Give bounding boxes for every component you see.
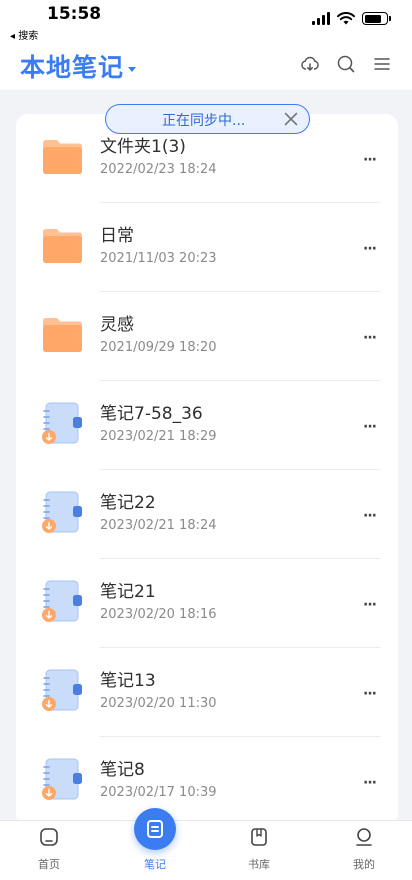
list-item[interactable]: 日常 2021/11/03 20:23 ···	[16, 203, 398, 292]
cellular-signal-icon	[312, 12, 330, 25]
more-icon[interactable]: ···	[363, 597, 377, 613]
close-icon[interactable]	[283, 111, 299, 127]
item-name: 笔记13	[100, 671, 156, 691]
tab-label: 首页	[38, 858, 60, 871]
title-dropdown[interactable]: 本地笔记	[20, 48, 137, 84]
item-name: 笔记8	[100, 760, 145, 780]
more-icon[interactable]: ···	[363, 330, 377, 346]
bottom-tab-bar: 首页 笔记 书库 我的	[0, 820, 412, 880]
sync-status-text: 正在同步中...	[162, 113, 246, 129]
tab-label: 书库	[248, 858, 270, 871]
more-icon[interactable]: ···	[363, 152, 377, 168]
item-name: 笔记21	[100, 582, 156, 602]
item-date: 2023/02/21 18:24	[100, 518, 217, 533]
list-item[interactable]: 笔记13 2023/02/20 11:30 ···	[16, 648, 398, 737]
search-icon[interactable]	[336, 54, 356, 74]
note-tab-button[interactable]	[134, 808, 176, 850]
item-name: 文件夹1(3)	[100, 137, 186, 157]
more-icon[interactable]: ···	[363, 241, 377, 257]
item-date: 2023/02/21 18:29	[100, 429, 217, 444]
home-icon	[39, 827, 59, 847]
status-bar: 15:58 ◂ 搜索	[0, 0, 412, 44]
notebook-icon	[40, 757, 86, 801]
folder-icon	[40, 223, 86, 267]
profile-icon	[354, 827, 374, 847]
list-item[interactable]: 笔记7-58_36 2023/02/21 18:29 ···	[16, 381, 398, 470]
notebook-icon	[40, 668, 86, 712]
wifi-icon	[337, 12, 355, 25]
tab-label: 我的	[353, 858, 375, 871]
back-to-app-link[interactable]: ◂ 搜索	[10, 27, 38, 42]
menu-icon[interactable]	[372, 54, 392, 74]
more-icon[interactable]: ···	[363, 775, 377, 791]
more-icon[interactable]: ···	[363, 686, 377, 702]
item-name: 日常	[100, 226, 134, 246]
notebook-icon	[40, 401, 86, 445]
system-icons	[312, 12, 391, 25]
item-date: 2021/09/29 18:20	[100, 340, 217, 355]
cloud-sync-icon[interactable]	[300, 54, 320, 74]
more-icon[interactable]: ···	[363, 419, 377, 435]
status-time: 15:58	[47, 4, 102, 24]
tab-profile[interactable]: 我的	[334, 821, 394, 880]
page-title: 本地笔记	[20, 53, 125, 82]
list-item[interactable]: 笔记21 2023/02/20 18:16 ···	[16, 559, 398, 648]
tab-label: 笔记	[144, 858, 166, 871]
tab-home[interactable]: 首页	[19, 821, 79, 880]
item-date: 2021/11/03 20:23	[100, 251, 217, 266]
list-item[interactable]: 灵感 2021/09/29 18:20 ···	[16, 292, 398, 381]
item-name: 笔记22	[100, 493, 156, 513]
app-header: 本地笔记	[0, 44, 412, 90]
list-item[interactable]: 笔记22 2023/02/21 18:24 ···	[16, 470, 398, 559]
folder-icon	[40, 134, 86, 178]
more-icon[interactable]: ···	[363, 508, 377, 524]
item-name: 笔记7-58_36	[100, 404, 203, 424]
item-date: 2023/02/17 10:39	[100, 785, 217, 800]
item-date: 2022/02/23 18:24	[100, 162, 217, 177]
chevron-down-icon	[128, 66, 137, 72]
bookshelf-icon	[249, 827, 269, 847]
tab-library[interactable]: 书库	[229, 821, 289, 880]
notebook-icon	[40, 490, 86, 534]
item-name: 灵感	[100, 315, 134, 335]
battery-icon	[362, 12, 391, 25]
folder-icon	[40, 312, 86, 356]
sync-status-banner: 正在同步中...	[105, 104, 310, 134]
item-date: 2023/02/20 11:30	[100, 696, 217, 711]
list-item[interactable]: 笔记8 2023/02/17 10:39 ···	[16, 737, 398, 826]
notes-list: 文件夹1(3) 2022/02/23 18:24 ··· 日常 2021/11/…	[16, 114, 398, 826]
item-date: 2023/02/20 18:16	[100, 607, 217, 622]
notebook-icon	[40, 579, 86, 623]
